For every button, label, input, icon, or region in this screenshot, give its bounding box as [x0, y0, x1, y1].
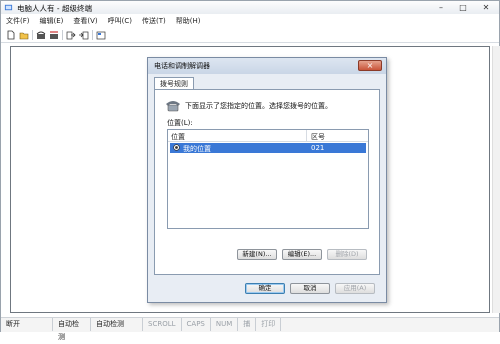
phone-hangup-icon[interactable]	[48, 29, 60, 41]
vertical-scrollbar[interactable]	[492, 46, 500, 313]
toolbar-separator	[92, 30, 93, 40]
menu-bar: 文件(F) 编辑(E) 查看(V) 呼叫(C) 传送(T) 帮助(H)	[1, 15, 499, 27]
properties-icon[interactable]	[95, 29, 107, 41]
info-text: 下面显示了您指定的位置。选择您拨号的位置。	[185, 102, 332, 110]
column-header-area-code[interactable]: 区号	[311, 132, 325, 142]
dialing-rules-panel: 下面显示了您指定的位置。选择您拨号的位置。 位置(L): 位置 区号 我的位置 …	[154, 89, 380, 275]
menu-call[interactable]: 呼叫(C)	[103, 15, 137, 27]
column-header-location[interactable]: 位置	[171, 132, 185, 142]
delete-button[interactable]: 删除(D)	[327, 249, 367, 260]
window-title: 电脑人人有 - 超级终端	[17, 4, 92, 13]
status-detect-1: 自动检测	[53, 318, 91, 341]
edit-button[interactable]: 编辑(E)...	[282, 249, 322, 260]
list-item[interactable]: 我的位置 021	[170, 143, 366, 153]
status-num: NUM	[211, 318, 239, 331]
dialog-close-button[interactable]: ×	[358, 60, 382, 71]
dialog-title-bar: 电话和调制解调器 ×	[148, 58, 386, 74]
tab-dialing-rules[interactable]: 拨号规则	[154, 77, 194, 89]
new-button[interactable]: 新建(N)...	[237, 249, 277, 260]
column-divider[interactable]	[306, 130, 307, 141]
toolbar-separator	[62, 30, 63, 40]
radio-selected-icon	[173, 144, 180, 151]
modem-dialog: 电话和调制解调器 × 拨号规则 下面显示了您指定的位置。选择您拨号的位置。 位置…	[147, 57, 387, 303]
menu-edit[interactable]: 编辑(E)	[35, 15, 69, 27]
apply-button[interactable]: 应用(A)	[335, 283, 375, 294]
toolbar	[1, 28, 499, 43]
location-label: 位置(L):	[167, 119, 193, 127]
close-button[interactable]: ✕	[475, 1, 497, 14]
status-bar: 断开 自动检测 自动检测 SCROLL CAPS NUM 捕 打印	[1, 317, 499, 341]
location-list[interactable]: 位置 区号 我的位置 021	[167, 129, 369, 229]
location-name: 我的位置	[183, 145, 211, 153]
minimize-button[interactable]: –	[431, 1, 451, 14]
status-detect-2: 自动检测	[91, 318, 143, 331]
status-connection: 断开	[1, 318, 53, 331]
phone-icon	[166, 101, 180, 112]
new-document-icon[interactable]	[5, 29, 17, 41]
title-bar: 电脑人人有 - 超级终端 – □ ✕	[1, 1, 499, 14]
dialog-title: 电话和调制解调器	[154, 62, 210, 70]
send-file-icon[interactable]	[65, 29, 77, 41]
status-caps: CAPS	[182, 318, 211, 331]
menu-help[interactable]: 帮助(H)	[171, 15, 206, 27]
receive-file-icon[interactable]	[78, 29, 90, 41]
menu-view[interactable]: 查看(V)	[68, 15, 102, 27]
phone-call-icon[interactable]	[35, 29, 47, 41]
menu-file[interactable]: 文件(F)	[1, 15, 35, 27]
status-print: 打印	[256, 318, 282, 331]
ok-button[interactable]: 确定	[245, 283, 285, 294]
location-area-code: 021	[311, 144, 325, 152]
app-icon	[4, 4, 13, 11]
list-header: 位置 区号	[168, 130, 368, 142]
open-folder-icon[interactable]	[18, 29, 30, 41]
cancel-button[interactable]: 取消	[290, 283, 330, 294]
menu-transfer[interactable]: 传送(T)	[137, 15, 171, 27]
status-capture: 捕	[238, 318, 257, 331]
status-scroll: SCROLL	[143, 318, 182, 331]
maximize-button[interactable]: □	[453, 1, 473, 14]
toolbar-separator	[32, 30, 33, 40]
